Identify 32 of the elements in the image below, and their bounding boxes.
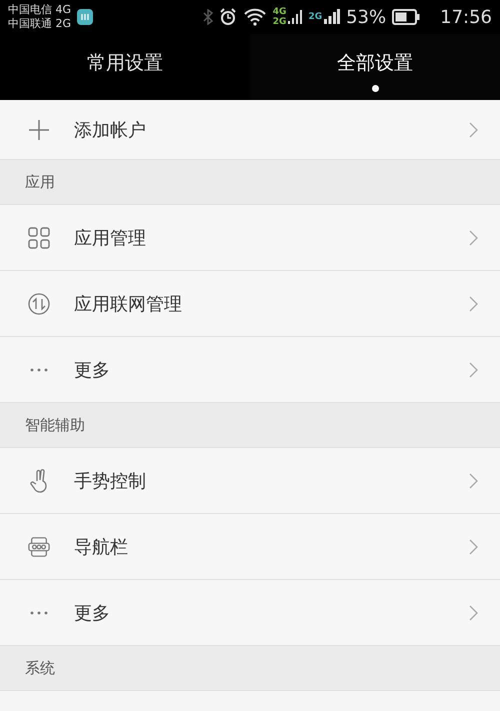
battery-percent: 53%: [346, 6, 386, 28]
battery-icon: [392, 9, 420, 25]
plus-icon: [28, 118, 50, 140]
chevron-icon: [469, 604, 478, 620]
network-type-label: 2G: [272, 17, 286, 27]
clock-time: 17:56: [440, 6, 492, 28]
navigation-bar-icon: [28, 536, 50, 558]
alarm-icon: [218, 8, 237, 26]
section-header: 智能辅助: [0, 403, 500, 448]
chevron-icon: [469, 472, 478, 488]
app-notification-icon: [77, 9, 94, 25]
more-dots-icon: [28, 368, 50, 372]
carrier-label: 中国电信 4G: [8, 3, 72, 17]
section-header: 应用: [0, 160, 500, 205]
signal-icon: [288, 8, 302, 26]
network-arrows-icon: [28, 292, 50, 314]
chevron-icon: [469, 362, 478, 378]
wifi-icon: [242, 8, 267, 26]
chevron-icon: [469, 122, 478, 138]
tab[interactable]: 全部设置: [250, 34, 500, 100]
network-type-label: 4G: [272, 7, 286, 17]
chevron-icon: [469, 296, 478, 312]
grid-icon: [28, 226, 50, 248]
signal-icon: [324, 8, 340, 26]
tab[interactable]: 常用设置: [0, 34, 250, 100]
chevron-icon: [469, 230, 478, 246]
chevron-icon: [469, 538, 478, 554]
bluetooth-icon: [202, 9, 213, 25]
network-type-label: 2G: [308, 12, 322, 22]
carrier-label: 中国联通 2G: [8, 17, 72, 31]
section-header: 系统: [0, 646, 500, 691]
more-dots-icon: [28, 610, 50, 614]
